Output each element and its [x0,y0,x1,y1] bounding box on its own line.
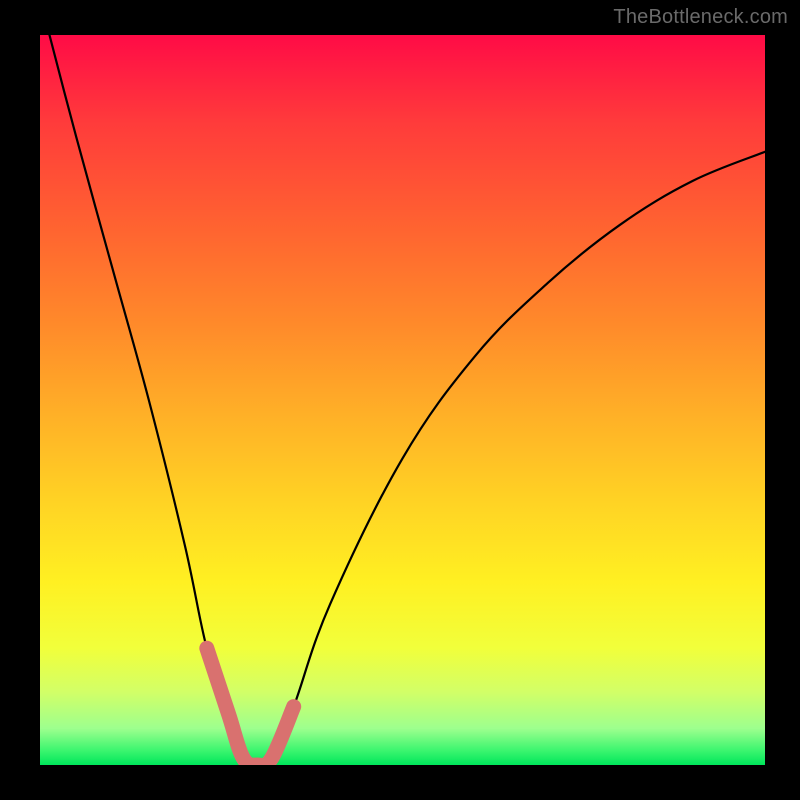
valley-highlight [207,648,294,765]
chart-frame: TheBottleneck.com [0,0,800,800]
watermark-label: TheBottleneck.com [613,6,788,29]
bottleneck-curve [40,35,765,765]
plot-area [40,35,765,765]
chart-svg [40,35,765,765]
